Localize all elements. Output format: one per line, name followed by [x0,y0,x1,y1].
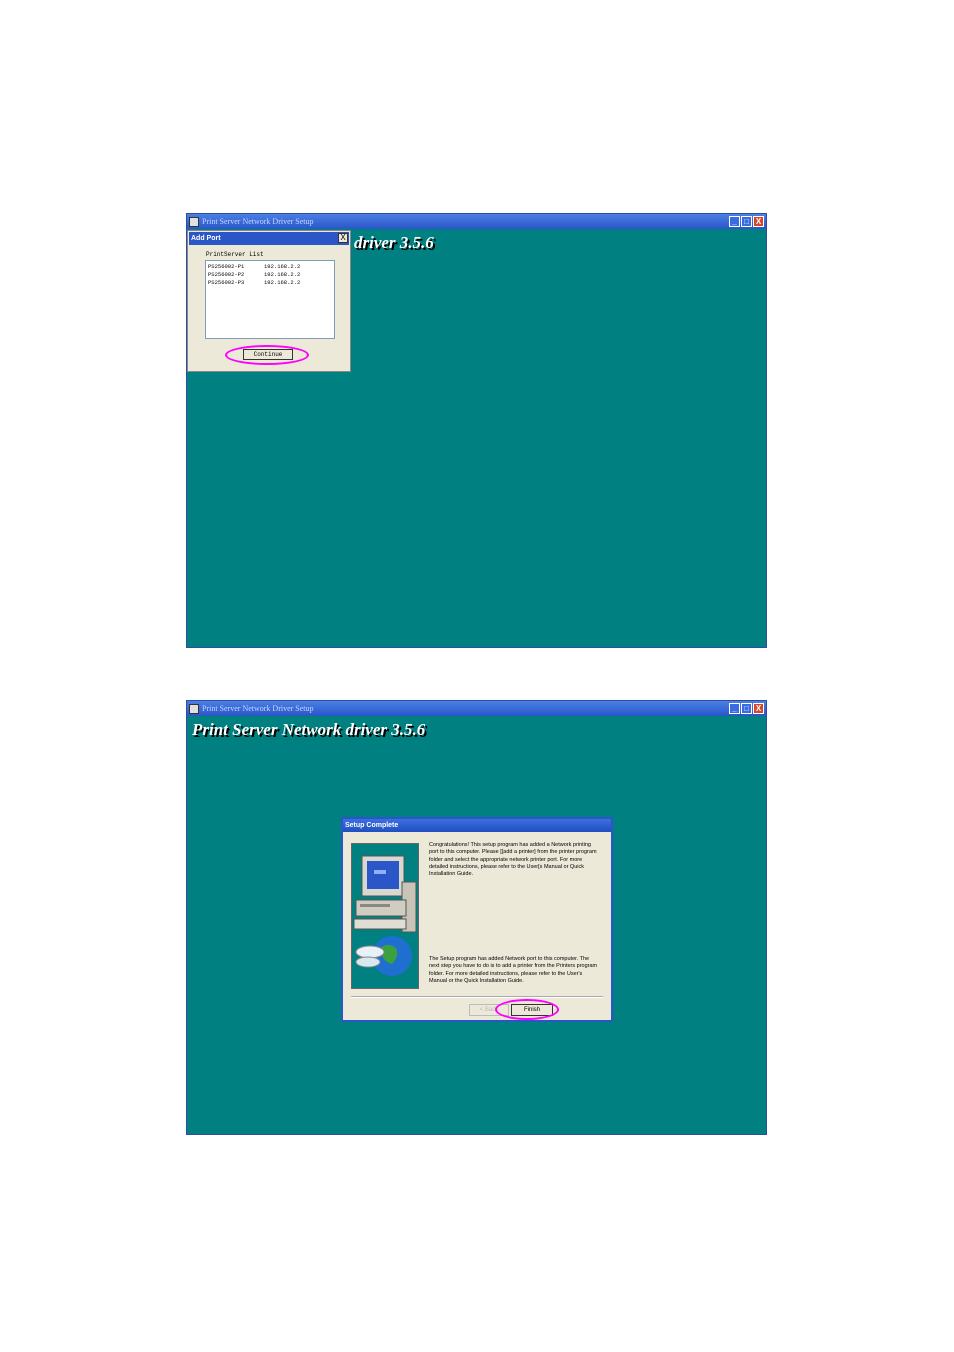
minimize-button[interactable]: _ [729,703,740,714]
add-port-close-button[interactable]: X [338,233,348,243]
setup-app-icon [189,216,199,227]
close-button[interactable]: X [753,703,764,714]
add-port-title: Add Port [189,232,349,245]
server-ip: 192.168.2.2 [264,263,301,270]
printserver-listbox[interactable]: PS256002-P1 192.168.2.2 PS256002-P2 192.… [205,260,335,339]
setup-app-icon [189,703,199,714]
installer-heading: Print Server Network driver 3.5.6 [192,720,426,739]
dialog-separator [351,996,603,998]
server-ip: 192.168.2.2 [264,271,301,278]
setup-complete-title: Setup Complete [343,819,611,832]
installer-heading: driver 3.5.6 [354,233,434,252]
window-titlebar: Print Server Network Driver Setup _ □ X [187,701,766,716]
add-port-dialog: Add Port X PrintServer List PS256002-P1 … [187,230,351,372]
highlight-oval-continue [225,345,309,365]
maximize-button[interactable]: □ [741,703,752,714]
computer-globe-illustration [351,843,419,989]
server-name: PS256002-P2 [208,271,245,278]
list-item[interactable]: PS256002-P2 192.168.2.2 [208,271,332,279]
window-titlebar: Print Server Network Driver Setup _ □ X [187,214,766,229]
setup-window-complete: Print Server Network Driver Setup _ □ X … [186,700,767,1135]
list-item[interactable]: PS256002-P3 192.168.2.2 [208,279,332,287]
close-button[interactable]: X [753,216,764,227]
window-title: Print Server Network Driver Setup [202,704,314,713]
setup-message-2: The Setup program has added Network port… [429,956,598,984]
list-item[interactable]: PS256002-P1 192.168.2.2 [208,263,332,271]
minimize-button[interactable]: _ [729,216,740,227]
setup-window-add-port: Print Server Network Driver Setup _ □ X … [186,213,767,648]
maximize-button[interactable]: □ [741,216,752,227]
window-title: Print Server Network Driver Setup [202,217,314,226]
setup-message-1: Congratulations! This setup program has … [429,842,597,878]
printserver-list-label: PrintServer List [206,251,264,258]
server-ip: 192.168.2.2 [264,279,301,286]
setup-complete-dialog: Setup Complete Congratulations! This set… [341,817,613,1022]
highlight-oval-finish [495,999,559,1020]
server-name: PS256002-P3 [208,279,245,286]
server-name: PS256002-P1 [208,263,245,270]
